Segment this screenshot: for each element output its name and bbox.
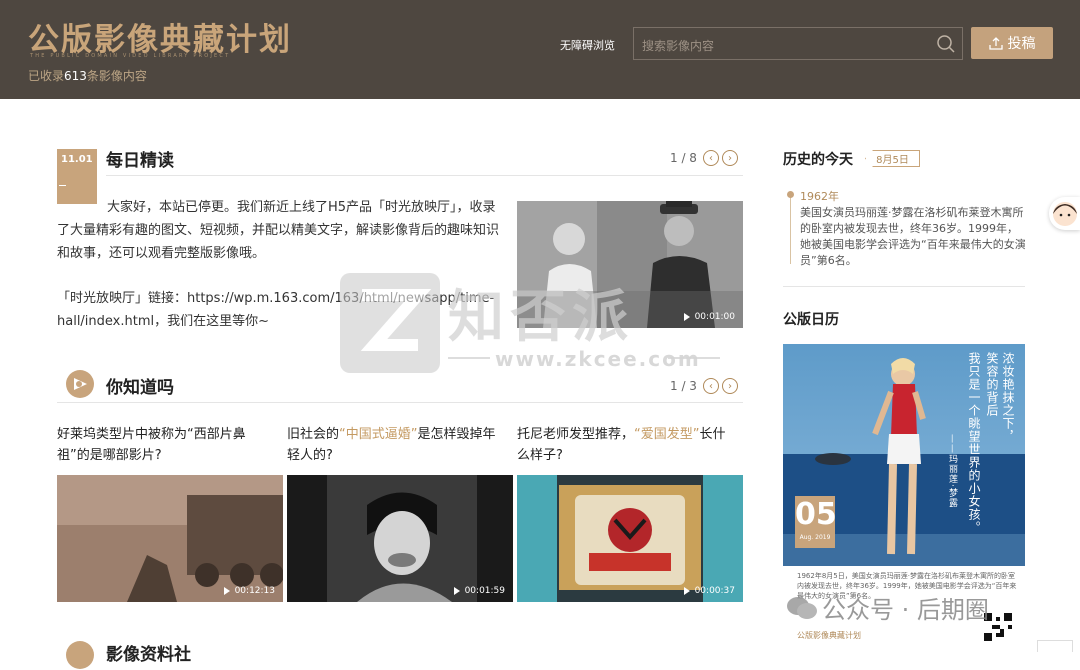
play-icon [223,587,230,595]
upload-button[interactable]: 投稿 [971,27,1053,59]
daily-page-indicator: 1 / 8 [670,151,697,165]
search-input[interactable]: 搜索影像内容 [633,27,963,60]
play-icon [683,313,690,321]
collection-count: 已收录613条影像内容 [28,69,147,83]
site-logo-subtitle: THE PUBLIC DOMAIN VIDEO LIBRARY PROJECT [30,53,231,59]
play-icon [683,587,690,595]
history-date-tag: 8月5日 [865,150,920,167]
timeline-dot [787,191,794,198]
poster-quote-line-1: 浓妆艳抹之下， [1001,352,1015,443]
poster-quote-line-2: 笑容的背后 [985,352,999,417]
did-you-know-pager: 1 / 3 ‹ › [670,378,738,394]
did-you-know-title: 你知道吗 [106,378,174,398]
calendar-day-badge: 05 Aug. 2019 [795,496,837,548]
dyk-question-3[interactable]: 托尼老师发型推荐，“爱国发型”长什么样子? [517,424,737,466]
poster-brand: 公版影像典藏计划 [797,631,861,640]
daily-pager: 1 / 8 ‹ › [670,150,738,166]
video-still [57,475,283,602]
video-still [287,475,513,602]
zk-watermark-url: www.zkcee.com [495,347,701,371]
dyk-video-thumbnail-2[interactable]: 00:01:59 [287,475,513,602]
bottom-section-title: 影像资料社 [106,645,191,665]
back-to-top-button[interactable] [1037,640,1073,652]
daily-reading-title: 每日精读 [106,151,174,171]
wechat-watermark: 公众号 · 后期圈 [786,590,989,625]
prev-arrow-icon[interactable]: ‹ [702,150,719,166]
history-year: 1962年 [800,190,839,203]
video-duration: 00:00:37 [683,586,735,596]
next-arrow-icon[interactable]: › [721,378,738,394]
history-text: 美国女演员玛丽莲·梦露在洛杉矶布莱登木寓所的卧室内被发现去世，终年36岁。199… [800,206,1026,267]
prev-arrow-icon[interactable]: ‹ [702,378,719,394]
play-icon [453,587,460,595]
did-you-know-icon [66,370,94,398]
next-arrow-icon[interactable]: › [721,150,738,166]
site-header: 公版影像典藏计划 THE PUBLIC DOMAIN VIDEO LIBRARY… [0,0,1080,99]
search-icon[interactable] [936,34,956,54]
divider [783,286,1025,287]
avatar-icon [1053,202,1077,226]
zk-watermark-logo [340,273,440,373]
divider [57,402,743,403]
zk-watermark-text: 知否派 [448,285,634,350]
search-placeholder: 搜索影像内容 [642,39,715,53]
upload-label: 投稿 [1007,36,1036,52]
dyk-page-indicator: 1 / 3 [670,379,697,393]
video-still [517,475,743,602]
upload-icon [988,37,1003,50]
assistant-avatar[interactable] [1049,197,1080,230]
history-today-title: 历史的今天 [783,152,853,168]
dyk-video-thumbnail-1[interactable]: 00:12:13 [57,475,283,602]
video-duration: 00:01:00 [683,312,735,322]
dyk-question-1[interactable]: 好莱坞类型片中被称为“西部片鼻祖”的是哪部影片? [57,424,277,466]
dyk-video-thumbnail-3[interactable]: 00:00:37 [517,475,743,602]
divider [106,175,743,176]
watermark-line [668,357,720,359]
archive-icon [66,641,94,669]
watermark-line [448,357,490,359]
video-duration: 00:12:13 [223,586,275,596]
dyk-question-2[interactable]: 旧社会的“中国式逼婚”是怎样毁掉年轻人的? [287,424,507,466]
poster-quote-line-3: 我只是一个眺望世界的小女孩。 [967,352,981,534]
wechat-icon [787,596,817,619]
calendar-title: 公版日历 [783,312,839,328]
video-duration: 00:01:59 [453,586,505,596]
timeline-line [790,196,791,264]
accessibility-link[interactable]: 无障碍浏览 [560,37,615,53]
daily-paragraph-1: 大家好，本站已停更。我们新近上线了H5产品「时光放映厅」，收录了大量精彩有趣的图… [57,200,500,261]
poster-quote-author: ——玛丽莲·梦露 [947,434,957,508]
